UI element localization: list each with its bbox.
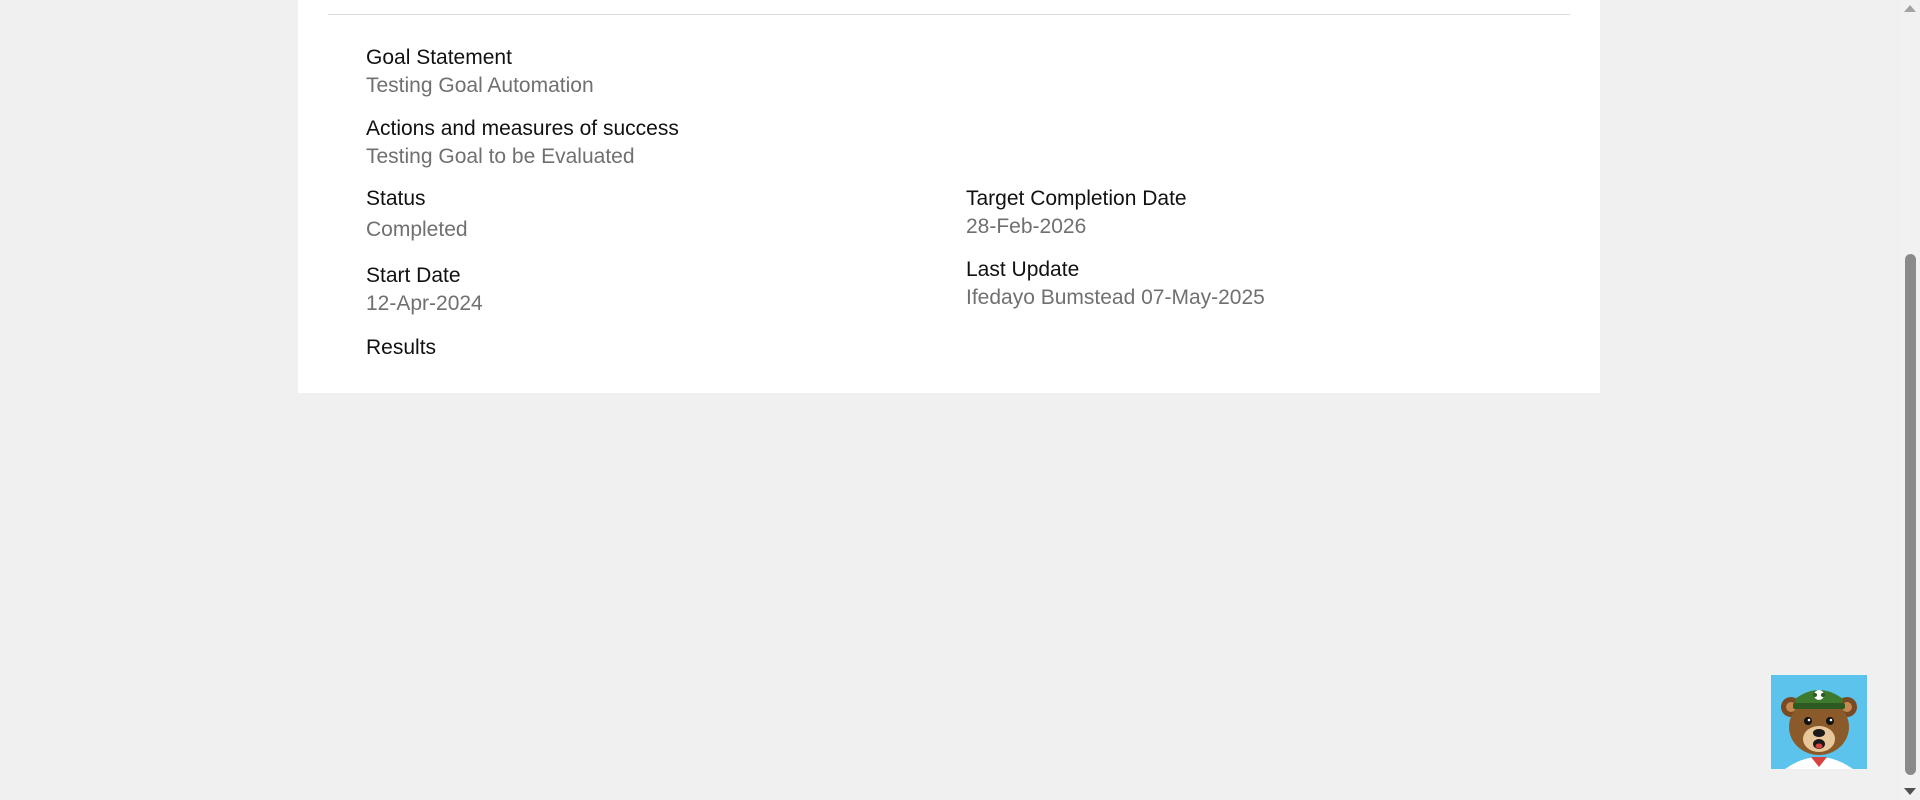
- actions-value: Testing Goal to be Evaluated: [366, 145, 635, 168]
- actions-field: Actions and measures of success Testing …: [366, 115, 679, 170]
- last-update-label: Last Update: [966, 258, 1080, 281]
- actions-label: Actions and measures of success: [366, 117, 679, 140]
- last-update-value: Ifedayo Bumstead 07-May-2025: [966, 286, 1265, 309]
- target-completion-date-field: Target Completion Date 28-Feb-2026: [966, 185, 1187, 240]
- scroll-up-arrow-icon[interactable]: [1904, 5, 1916, 12]
- start-date-label: Start Date: [366, 264, 461, 287]
- bear-mascot-icon: [1771, 675, 1867, 769]
- start-date-value: 12-Apr-2024: [366, 292, 483, 315]
- target-completion-date-value: 28-Feb-2026: [966, 215, 1087, 238]
- goal-statement-label: Goal Statement: [366, 46, 512, 69]
- section-divider: [328, 14, 1570, 15]
- last-update-field: Last Update Ifedayo Bumstead 07-May-2025: [966, 256, 1265, 311]
- status-field: Status Completed: [366, 185, 468, 243]
- target-completion-date-label: Target Completion Date: [966, 187, 1187, 210]
- goal-statement-field: Goal Statement Testing Goal Automation: [366, 44, 594, 99]
- page-scrollbar[interactable]: [1901, 0, 1920, 800]
- status-value: Completed: [366, 218, 468, 241]
- scroll-down-arrow-icon[interactable]: [1904, 788, 1916, 795]
- results-field: Results: [366, 334, 436, 361]
- results-label: Results: [366, 336, 437, 359]
- start-date-field: Start Date 12-Apr-2024: [366, 262, 483, 317]
- scrollbar-thumb[interactable]: [1905, 254, 1916, 775]
- goal-details-card: Goal Statement Testing Goal Automation A…: [298, 0, 1600, 393]
- bear-mascot-chat-button[interactable]: [1771, 675, 1867, 769]
- goal-statement-value: Testing Goal Automation: [366, 74, 594, 97]
- status-label: Status: [366, 187, 426, 210]
